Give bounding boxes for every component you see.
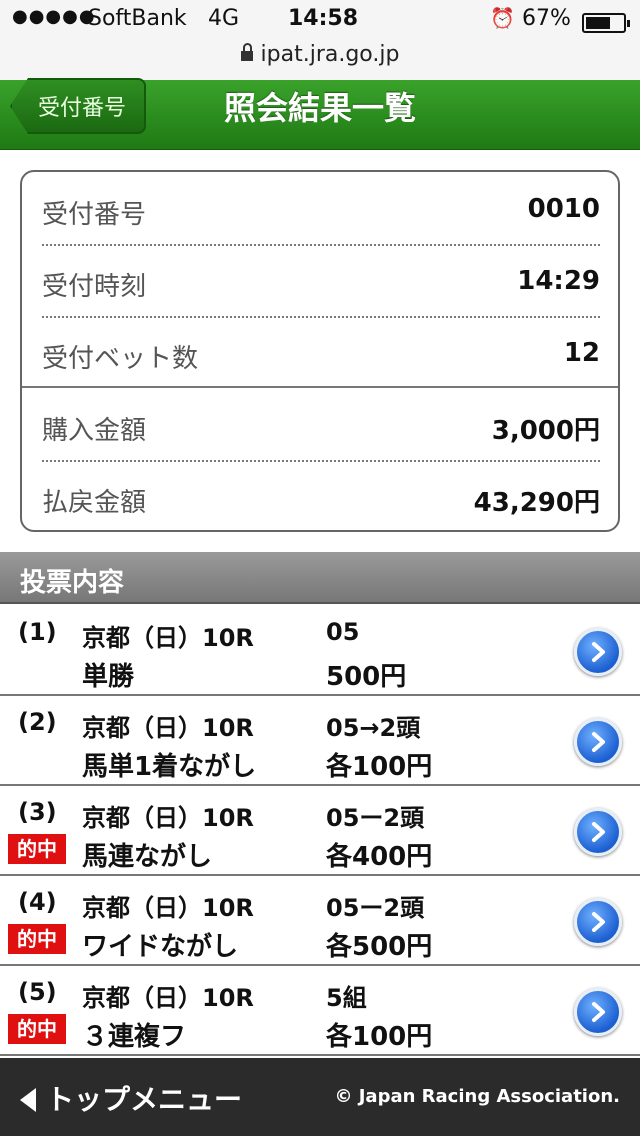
bet-race: 京都（日）10R bbox=[82, 624, 254, 652]
bet-race: 京都（日）10R bbox=[82, 804, 254, 832]
summary-label: 払戻金額 bbox=[42, 488, 147, 518]
summary-value: 14:29 bbox=[517, 266, 600, 296]
summary-label: 受付時刻 bbox=[42, 272, 147, 302]
summary-label: 受付ベット数 bbox=[42, 344, 199, 374]
bet-type: 単勝 bbox=[82, 662, 135, 692]
detail-arrow-icon[interactable] bbox=[574, 628, 622, 676]
summary-row-receipt-no: 受付番号 0010 bbox=[42, 174, 600, 246]
bet-race: 京都（日）10R bbox=[82, 894, 254, 922]
hit-badge: 的中 bbox=[8, 834, 66, 864]
bet-number: (4) bbox=[18, 888, 57, 916]
bet-number: (3) bbox=[18, 798, 57, 826]
alarm-icon: ⏰ bbox=[490, 6, 515, 30]
back-button[interactable]: 受付番号 bbox=[10, 78, 146, 134]
bet-selection: 05→2頭 bbox=[326, 714, 421, 742]
network-type: 4G bbox=[208, 6, 240, 31]
top-menu-label: トップメニュー bbox=[46, 1083, 243, 1116]
bet-amount: 各100円 bbox=[326, 1022, 433, 1052]
bet-selection: 05ー2頭 bbox=[326, 804, 425, 832]
section-title: 投票内容 bbox=[20, 568, 125, 598]
summary-value: 43,290円 bbox=[473, 488, 600, 518]
detail-arrow-icon[interactable] bbox=[574, 718, 622, 766]
bet-selection: 05ー2頭 bbox=[326, 894, 425, 922]
summary-value: 3,000円 bbox=[491, 416, 600, 446]
battery-percent: 67% bbox=[522, 6, 571, 31]
list-item[interactable]: (3) 的中 京都（日）10R 馬連ながし 05ー2頭 各400円 bbox=[0, 786, 640, 876]
divider bbox=[22, 386, 618, 388]
summary-row-payout-amount: 払戻金額 43,290円 bbox=[42, 462, 600, 534]
detail-arrow-icon[interactable] bbox=[574, 988, 622, 1036]
bet-type: ワイドながし bbox=[82, 932, 239, 962]
signal-icon: ●●●●● bbox=[12, 6, 96, 27]
bet-number: (2) bbox=[18, 708, 57, 736]
list-item[interactable]: (1) 京都（日）10R 単勝 05 500円 bbox=[0, 606, 640, 696]
back-arrow-icon bbox=[20, 1088, 36, 1112]
bottom-toolbar: トップメニュー © Japan Racing Association. bbox=[0, 1058, 640, 1136]
status-row: ●●●●● SoftBank 4G 14:58 ⏰ 67% bbox=[0, 6, 640, 38]
detail-arrow-icon[interactable] bbox=[574, 808, 622, 856]
hit-badge: 的中 bbox=[8, 924, 66, 954]
battery-fill bbox=[586, 17, 610, 29]
summary-label: 受付番号 bbox=[42, 200, 147, 230]
section-header: 投票内容 bbox=[0, 552, 640, 604]
status-bar: ●●●●● SoftBank 4G 14:58 ⏰ 67% ipat.jra.g… bbox=[0, 0, 640, 80]
battery-icon bbox=[582, 13, 630, 33]
summary-value: 12 bbox=[563, 338, 600, 368]
carrier-name: SoftBank bbox=[88, 6, 187, 31]
detail-arrow-icon[interactable] bbox=[574, 898, 622, 946]
bet-number: (1) bbox=[18, 618, 57, 646]
bet-type: 馬連ながし bbox=[82, 842, 213, 872]
summary-row-bet-count: 受付ベット数 12 bbox=[42, 318, 600, 390]
list-item[interactable]: (4) 的中 京都（日）10R ワイドながし 05ー2頭 各500円 bbox=[0, 876, 640, 966]
bet-number: (5) bbox=[18, 978, 57, 1006]
url-bar[interactable]: ipat.jra.go.jp bbox=[0, 42, 640, 67]
bet-type: ３連複フ bbox=[82, 1022, 187, 1052]
back-button-label: 受付番号 bbox=[38, 96, 127, 121]
url-text: ipat.jra.go.jp bbox=[260, 42, 400, 67]
bet-type: 馬単1着ながし bbox=[82, 752, 257, 782]
list-item[interactable]: (2) 京都（日）10R 馬単1着ながし 05→2頭 各100円 bbox=[0, 696, 640, 786]
hit-badge: 的中 bbox=[8, 1014, 66, 1044]
copyright-text: © Japan Racing Association. bbox=[334, 1086, 620, 1107]
lock-icon bbox=[240, 43, 253, 61]
summary-value: 0010 bbox=[527, 194, 600, 224]
bet-amount: 各400円 bbox=[326, 842, 433, 872]
bet-race: 京都（日）10R bbox=[82, 714, 254, 742]
bet-selection: 05 bbox=[326, 618, 360, 646]
bet-selection: 5組 bbox=[326, 984, 367, 1012]
list-item[interactable]: (5) 的中 京都（日）10R ３連複フ 5組 各100円 bbox=[0, 966, 640, 1056]
bet-amount: 各500円 bbox=[326, 932, 433, 962]
bet-race: 京都（日）10R bbox=[82, 984, 254, 1012]
bet-amount: 各100円 bbox=[326, 752, 433, 782]
clock: 14:58 bbox=[288, 6, 359, 31]
summary-row-receipt-time: 受付時刻 14:29 bbox=[42, 246, 600, 318]
summary-row-purchase-amount: 購入金額 3,000円 bbox=[42, 390, 600, 462]
bet-amount: 500円 bbox=[326, 662, 407, 692]
summary-card: 受付番号 0010 受付時刻 14:29 受付ベット数 12 購入金額 3,00… bbox=[20, 170, 620, 532]
summary-label: 購入金額 bbox=[42, 416, 147, 446]
top-menu-button[interactable]: トップメニュー bbox=[20, 1078, 242, 1118]
